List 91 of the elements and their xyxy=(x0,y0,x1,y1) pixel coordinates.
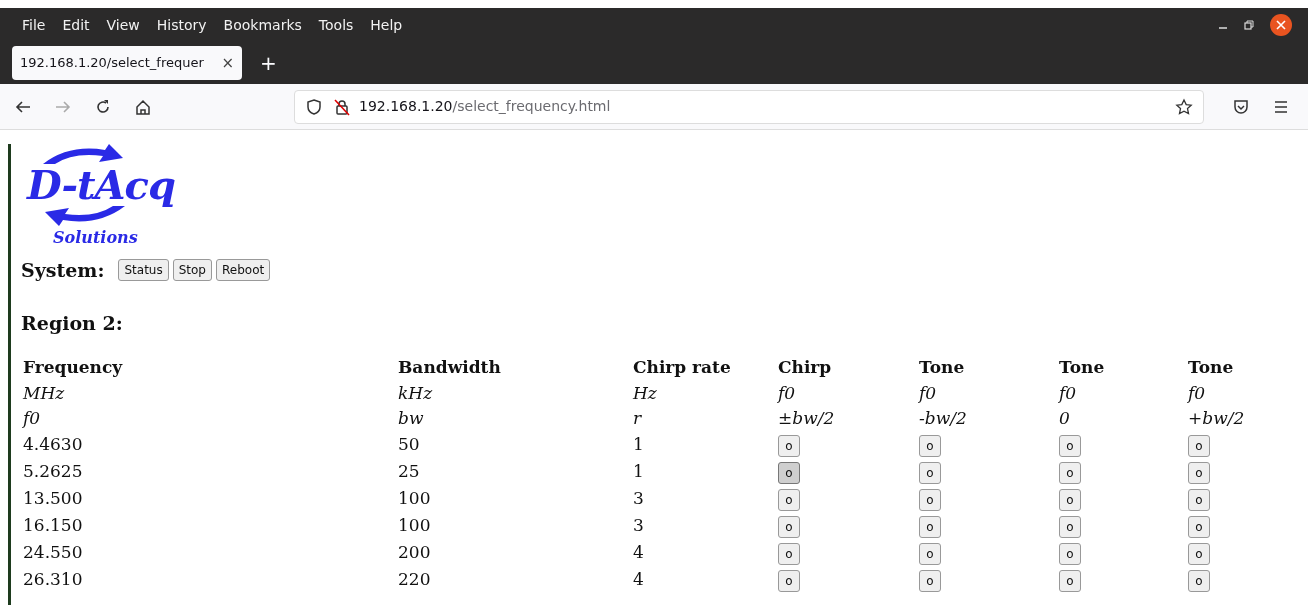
table-cell-text: 100 xyxy=(398,514,432,538)
table-cell: 220 xyxy=(398,566,633,594)
symbol-label: +bw/2 xyxy=(1188,407,1246,430)
column-header: Chirp xyxy=(778,355,919,381)
home-icon[interactable] xyxy=(134,97,152,116)
close-icon[interactable] xyxy=(1270,14,1292,36)
column-header: Chirp rate xyxy=(633,355,778,381)
restore-icon[interactable] xyxy=(1244,20,1254,30)
table-cell-text: 100 xyxy=(398,487,432,511)
select-button[interactable]: o xyxy=(919,435,941,458)
new-tab-button[interactable]: + xyxy=(254,47,283,79)
select-button[interactable]: o xyxy=(1188,462,1210,485)
logo-subtitle: Solutions xyxy=(53,228,138,248)
system-button[interactable]: Status xyxy=(118,259,169,282)
system-button[interactable]: Reboot xyxy=(216,259,271,282)
menu-item[interactable]: Tools xyxy=(318,14,354,36)
select-button[interactable]: o xyxy=(1188,516,1210,539)
browser-tab[interactable]: 192.168.1.20/select_frequer × xyxy=(12,46,242,80)
unit-label: MHz xyxy=(23,380,398,406)
select-button[interactable]: o xyxy=(778,570,800,593)
column-header: Frequency xyxy=(23,355,398,381)
select-button[interactable]: o xyxy=(778,516,800,539)
select-button[interactable]: o xyxy=(1059,570,1081,593)
table-cell: 4 xyxy=(633,539,778,567)
table-cell: 3 xyxy=(633,485,778,513)
select-button[interactable]: o xyxy=(778,435,800,458)
symbol-label: 0 xyxy=(1059,407,1071,430)
column-header: Tone xyxy=(1188,356,1235,379)
symbol-label: -bw/2 xyxy=(919,406,1059,432)
unit-label: Hz xyxy=(633,380,778,406)
unit-label: f0 xyxy=(919,380,1059,406)
symbol-label: ±bw/2 xyxy=(778,406,919,432)
unit-label: f0 xyxy=(1188,381,1207,405)
star-icon[interactable] xyxy=(1175,97,1193,116)
menu-item[interactable]: View xyxy=(106,14,140,36)
table-cell-text: 16.150 xyxy=(23,514,84,538)
address-text: 192.168.1.20/select_frequency.html xyxy=(359,97,611,116)
system-button[interactable]: Stop xyxy=(172,259,212,282)
select-button[interactable]: o xyxy=(919,570,941,593)
select-button[interactable]: o xyxy=(1188,543,1210,566)
select-button[interactable]: o xyxy=(919,516,941,539)
table-cell-text: 13.500 xyxy=(23,487,84,511)
table-cell-text: 26.310 xyxy=(23,568,84,592)
table-cell-text: 24.550 xyxy=(23,541,84,565)
column-header: Tone xyxy=(1059,355,1188,381)
table-cell-text: 4.4630 xyxy=(23,433,84,457)
table-cell: 3 xyxy=(633,512,778,540)
select-button[interactable]: o xyxy=(919,543,941,566)
table-cell: 200 xyxy=(398,539,633,567)
select-button[interactable]: o xyxy=(1059,435,1081,458)
symbol-label: f0 xyxy=(23,406,398,432)
reload-icon[interactable] xyxy=(94,97,112,116)
table-cell-text: 25 xyxy=(398,460,421,484)
table-cell-text: 5.2625 xyxy=(23,460,84,484)
table-cell: 4 xyxy=(633,566,778,594)
select-button[interactable]: o xyxy=(919,489,941,512)
menu-item[interactable]: Edit xyxy=(62,14,90,36)
address-bar[interactable]: 192.168.1.20/select_frequency.html xyxy=(294,89,1204,124)
select-button[interactable]: o xyxy=(1059,516,1081,539)
logo-text: D-tAcq xyxy=(27,164,175,206)
column-header: Bandwidth xyxy=(398,355,633,381)
select-button[interactable]: o xyxy=(1059,543,1081,566)
menu-item[interactable]: File xyxy=(22,14,46,36)
insecure-lock-icon[interactable] xyxy=(333,97,351,116)
shield-icon[interactable] xyxy=(305,97,323,116)
select-button[interactable]: o xyxy=(1188,489,1210,512)
select-button[interactable]: o xyxy=(1059,489,1081,512)
select-button[interactable]: o xyxy=(1188,435,1210,458)
select-button[interactable]: o xyxy=(1188,570,1210,593)
table-cell: 1 xyxy=(633,458,778,486)
column-header: Tone xyxy=(919,355,1059,381)
select-button[interactable]: o xyxy=(919,462,941,485)
table-cell-text: 50 xyxy=(398,433,421,457)
tab-title: 192.168.1.20/select_frequer xyxy=(20,54,204,73)
tab-close-button[interactable]: × xyxy=(221,51,234,75)
system-label: System: xyxy=(21,258,105,283)
symbol-label: bw xyxy=(398,407,425,430)
select-button[interactable]: o xyxy=(778,489,800,512)
menu-item[interactable]: History xyxy=(156,14,207,36)
unit-label: f0 xyxy=(1059,380,1188,406)
select-button[interactable]: o xyxy=(778,543,800,566)
menu-item[interactable]: Bookmarks xyxy=(223,14,302,36)
pocket-icon[interactable] xyxy=(1232,97,1250,116)
unit-label: kHz xyxy=(398,380,633,406)
table-cell: 1 xyxy=(633,431,778,459)
select-button[interactable]: o xyxy=(1059,462,1081,485)
menu-item[interactable]: Help xyxy=(370,14,403,36)
unit-label: f0 xyxy=(778,380,919,406)
region-heading: Region 2: xyxy=(21,310,124,336)
symbol-label: r xyxy=(633,407,643,430)
select-button[interactable]: o xyxy=(778,462,800,485)
